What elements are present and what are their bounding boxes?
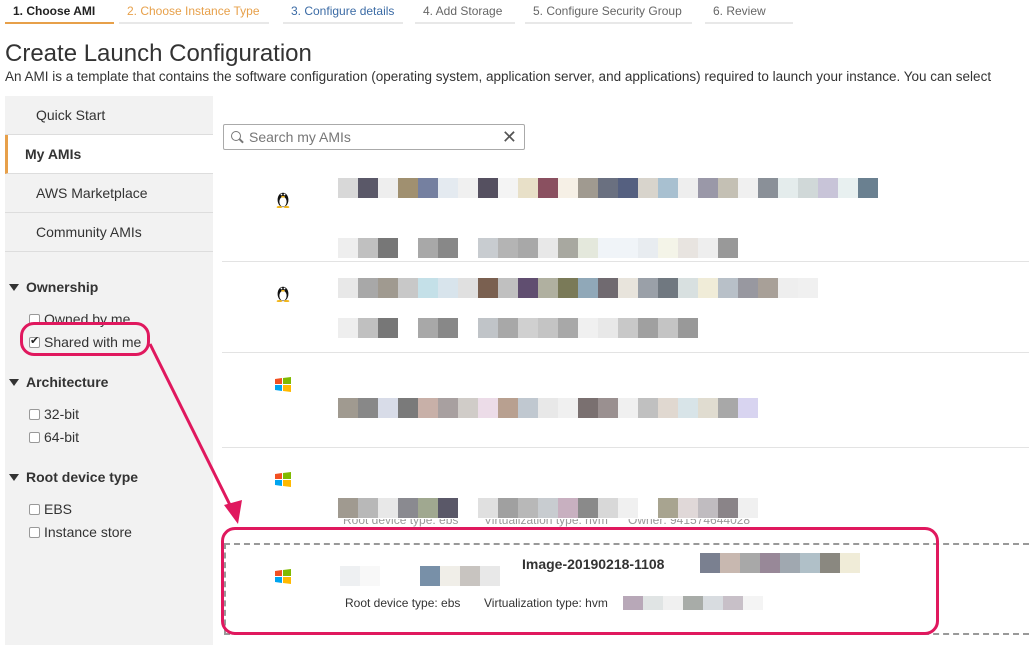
step-choose-ami[interactable]: 1. Choose AMI	[5, 0, 114, 24]
redacted-ami-name	[338, 278, 818, 298]
ownership-filter-heading[interactable]: Ownership	[9, 279, 98, 295]
collapse-triangle-icon	[9, 283, 19, 291]
ami-root-device-type: Root device type: ebs	[343, 519, 459, 527]
step-add-storage[interactable]: 4. Add Storage	[415, 0, 515, 24]
step-choose-instance-type[interactable]: 2. Choose Instance Type	[119, 0, 269, 24]
ami-list-item[interactable]	[222, 261, 1029, 352]
option-label: Instance store	[44, 524, 132, 540]
step-configure-details[interactable]: 3. Configure details	[283, 0, 403, 24]
filter-title: Ownership	[26, 279, 99, 295]
linux-tux-icon	[276, 286, 290, 302]
step-review[interactable]: 6. Review	[705, 0, 793, 24]
redacted-ami-details	[338, 498, 758, 518]
page-description: An AMI is a template that contains the s…	[5, 69, 992, 84]
redacted-ami-details	[338, 238, 738, 258]
checkbox-icon[interactable]	[29, 526, 40, 538]
checkbox-icon[interactable]	[29, 408, 40, 420]
search-icon	[231, 131, 243, 143]
tab-quick-start[interactable]: Quick Start	[5, 96, 213, 135]
instance-store-checkbox[interactable]: Instance store	[29, 524, 132, 540]
ami-owner: Owner: 941574644028	[628, 519, 751, 527]
redacted-ami-details	[338, 318, 698, 338]
32-bit-checkbox[interactable]: 32-bit	[29, 406, 79, 422]
filter-title: Root device type	[26, 469, 139, 485]
search-input[interactable]	[249, 129, 499, 145]
wizard-steps: 1. Choose AMI 2. Choose Instance Type 3.…	[0, 0, 1029, 26]
root-device-type-filter-heading[interactable]: Root device type	[9, 469, 138, 485]
redacted-ami-name	[338, 178, 878, 198]
shared-with-me-highlight	[20, 322, 150, 356]
ami-search-box: ✕	[223, 124, 525, 150]
ami-source-sidebar: Quick Start My AMIs AWS Marketplace Comm…	[5, 96, 213, 645]
windows-icon	[275, 377, 291, 392]
collapse-triangle-icon	[9, 473, 19, 481]
option-label: EBS	[44, 501, 73, 517]
redacted-ami-details	[338, 398, 758, 418]
collapse-triangle-icon	[9, 378, 19, 386]
tab-community-amis[interactable]: Community AMIs	[5, 213, 213, 252]
clear-search-icon[interactable]: ✕	[502, 127, 517, 147]
filter-title: Architecture	[26, 374, 109, 390]
ami-virtualization-type: Virtualization type: hvm	[484, 519, 608, 527]
ebs-checkbox[interactable]: EBS	[29, 501, 72, 517]
step-configure-security-group[interactable]: 5. Configure Security Group	[525, 0, 692, 24]
64-bit-checkbox[interactable]: 64-bit	[29, 429, 79, 445]
shared-ami-highlight	[221, 527, 939, 635]
linux-tux-icon	[276, 192, 290, 208]
option-label: 32-bit	[44, 406, 80, 422]
option-label: 64-bit	[44, 429, 80, 445]
tab-my-amis[interactable]: My AMIs	[5, 135, 213, 174]
checkbox-icon[interactable]	[29, 431, 40, 443]
architecture-filter-heading[interactable]: Architecture	[9, 374, 108, 390]
page-title: Create Launch Configuration	[5, 40, 312, 67]
tab-aws-marketplace[interactable]: AWS Marketplace	[5, 174, 213, 213]
windows-icon	[275, 472, 291, 487]
checkbox-icon[interactable]	[29, 503, 40, 515]
